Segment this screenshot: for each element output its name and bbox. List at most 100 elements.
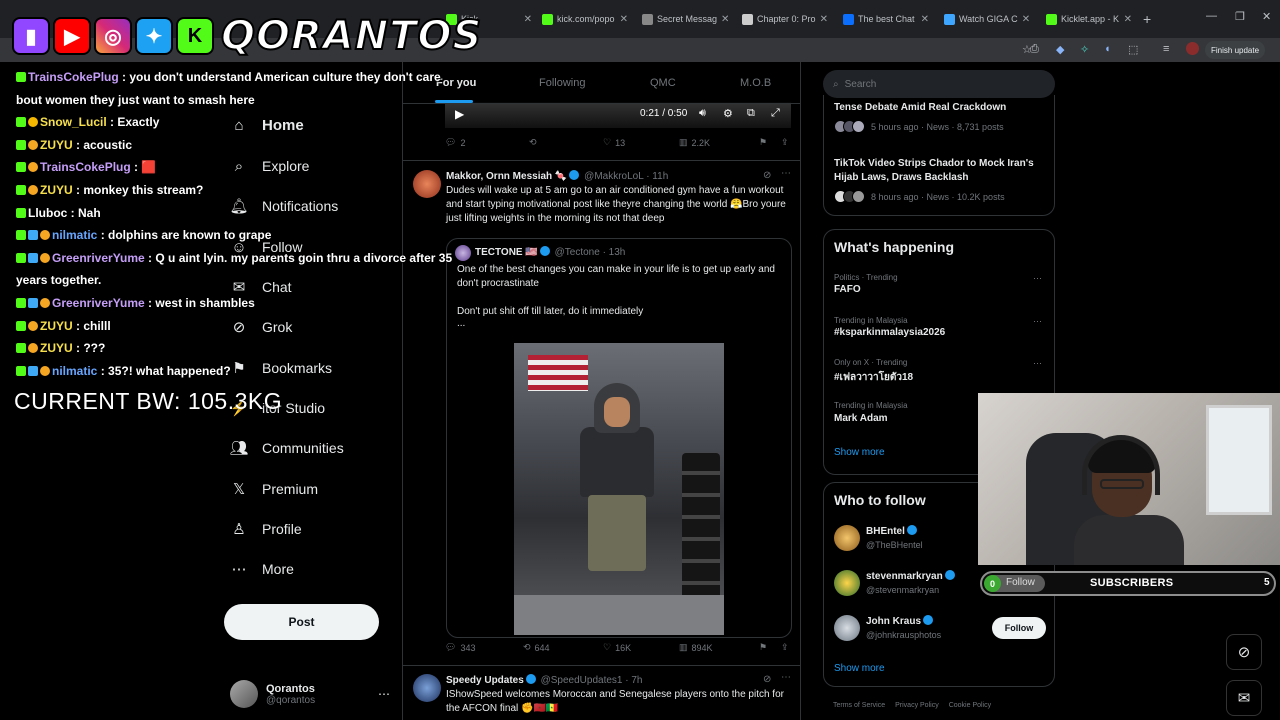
tweet-time[interactable]: · 11h (646, 171, 668, 182)
instagram-icon: ◎ (94, 17, 132, 55)
grok-icon[interactable]: ⊘ (763, 170, 771, 181)
bookmark-button[interactable]: ⚑ (759, 642, 767, 653)
media-icon[interactable]: ≡ (1163, 43, 1169, 55)
tab-following[interactable]: Following (539, 77, 585, 89)
reply-button[interactable]: 💬︎ 343 (445, 642, 475, 653)
bookmark-icon: ⚑ (759, 137, 768, 147)
follow-button[interactable]: Follow (992, 617, 1046, 639)
follow-suggestion-name[interactable]: BHEntel (866, 525, 919, 537)
follow-suggestion-name[interactable]: stevenmarkryan (866, 570, 957, 582)
news-title[interactable]: TikTok Video Strips Chador to Mock Iran'… (834, 157, 1044, 185)
avatar[interactable] (834, 570, 860, 596)
grok-icon[interactable]: ⊘ (763, 674, 771, 685)
grok-float-button[interactable]: ⊘ (1226, 634, 1262, 670)
nav-premium[interactable]: 𝕏 Premium (230, 480, 318, 498)
post-button[interactable]: Post (224, 604, 379, 640)
like-button[interactable]: ♡ 13 (603, 137, 625, 148)
close-tab-icon[interactable]: ✕ (820, 14, 828, 25)
like-button[interactable]: ♡ 16K (603, 642, 631, 653)
settings-icon[interactable]: ⚙ (723, 107, 733, 120)
repost-button[interactable]: ⟲ (529, 137, 537, 148)
kick-badge-icon (16, 297, 26, 308)
messages-float-button[interactable]: ✉ (1226, 680, 1262, 716)
browser-tab[interactable]: Watch GIGA C ✕ (944, 8, 1030, 30)
avatar[interactable] (413, 674, 441, 702)
tweet-time[interactable]: · 7h (625, 675, 642, 686)
share-button[interactable]: ⇪ (781, 642, 789, 653)
author-name[interactable]: Makkor, Ornn Messiah 🍬 (446, 171, 567, 182)
privacy-link[interactable]: Privacy Policy (895, 702, 939, 709)
trend-name[interactable]: Mark Adam (834, 413, 888, 424)
verified-icon (906, 525, 917, 535)
pants-shape (588, 495, 646, 571)
trend-name[interactable]: #ksparkinmalaysia2026 (834, 327, 945, 338)
terms-link[interactable]: Terms of Service (833, 702, 885, 709)
close-tab-icon[interactable]: ✕ (620, 14, 628, 25)
repost-button[interactable]: ⟲ 644 (523, 642, 550, 653)
subscribers-label: SUBSCRIBERS (1090, 577, 1174, 589)
browser-profile-avatar[interactable] (1186, 42, 1199, 55)
minimize-icon[interactable]: — (1206, 10, 1217, 22)
extension-icon[interactable]: ◖ (1104, 43, 1111, 55)
pip-icon[interactable]: ⧉ (747, 107, 755, 120)
browser-tab[interactable]: The best Chat ✕ (843, 8, 929, 30)
browser-tab[interactable]: Secret Messag ✕ (642, 8, 728, 30)
quote-photo[interactable] (514, 343, 724, 635)
quoted-tweet[interactable]: TECTONE 🇺🇸 @Tectone · 13h One of the bes… (446, 238, 792, 638)
cookie-link[interactable]: Cookie Policy (949, 702, 991, 709)
avatar[interactable] (834, 525, 860, 551)
new-tab-icon[interactable]: + (1143, 11, 1151, 27)
chat-username: ZUYU (40, 341, 73, 356)
close-window-icon[interactable]: ✕ (1262, 10, 1271, 23)
feed-tabs: For you Following QMC M.O.B (403, 62, 800, 104)
author-name[interactable]: Speedy Updates (446, 675, 524, 686)
close-tab-icon[interactable]: ✕ (524, 14, 532, 25)
show-more-link[interactable]: Show more (834, 663, 885, 674)
close-tab-icon[interactable]: ✕ (1124, 14, 1132, 25)
bookmark-icon: ⚑ (759, 642, 768, 652)
more-dots-icon[interactable]: ⋯ (1033, 273, 1042, 284)
news-title[interactable]: Tense Debate Amid Real Crackdown (834, 101, 1044, 115)
extensions-puzzle-icon[interactable]: ⬚ (1128, 43, 1138, 56)
share-icon: ⇪ (781, 137, 789, 147)
bookmark-button[interactable]: ⚑ (759, 137, 767, 148)
search-input[interactable]: ⌕ Search (823, 70, 1055, 98)
tab-mob[interactable]: M.O.B (740, 77, 771, 89)
trend-name[interactable]: #เฟลวาวาโยตัว18 (834, 370, 913, 385)
author-handle[interactable]: @MakkroLoL (584, 171, 643, 182)
avatar[interactable] (834, 615, 860, 641)
fullscreen-icon[interactable]: ⤢ (771, 107, 780, 120)
close-tab-icon[interactable]: ✕ (1022, 14, 1030, 25)
more-dots-icon[interactable]: ⋯ (1033, 358, 1042, 369)
close-tab-icon[interactable]: ✕ (721, 14, 728, 25)
nav-communities[interactable]: 👥︎ Communities (229, 439, 343, 457)
more-dots-icon[interactable]: ⋯ (781, 168, 791, 179)
more-dots-icon[interactable]: ⋯ (781, 672, 791, 683)
maximize-icon[interactable]: ❐ (1235, 10, 1245, 23)
verified-icon (569, 170, 580, 180)
close-tab-icon[interactable]: ✕ (921, 14, 929, 25)
views-button[interactable]: ▥ 2.2K (679, 137, 710, 148)
show-more-link[interactable]: Show more (834, 447, 885, 458)
more-dots-icon[interactable]: ⋯ (1033, 316, 1042, 327)
browser-tab[interactable]: Chapter 0: Pro ✕ (742, 8, 828, 30)
play-icon[interactable]: ▶ (455, 107, 464, 121)
account-switcher[interactable]: Qorantos @qorantos ⋯ (230, 680, 390, 708)
nav-profile[interactable]: ♙ Profile (230, 520, 301, 538)
extension-icon[interactable]: ◆ (1056, 43, 1064, 56)
browser-tab[interactable]: Kicklet.app - K ✕ (1046, 8, 1132, 30)
share-button[interactable]: ⇪ (781, 137, 789, 148)
views-button[interactable]: ▥ 894K (679, 642, 713, 653)
bookmark-star-icon[interactable]: ☆ (1022, 43, 1032, 56)
browser-tab[interactable]: kick.com/popo ✕ (542, 8, 628, 30)
tab-qmc[interactable]: QMC (650, 77, 676, 89)
follow-suggestion-name[interactable]: John Kraus (866, 615, 935, 627)
video-player[interactable]: ▶ 0:21 / 0:50 🔊︎ ⚙ ⧉ ⤢ (445, 102, 791, 128)
author-handle[interactable]: @SpeedUpdates1 (541, 675, 623, 686)
extension-icon[interactable]: ✧ (1080, 43, 1089, 56)
volume-icon[interactable]: 🔊︎ (699, 107, 706, 120)
warning-badge-icon (40, 252, 50, 263)
nav-more[interactable]: ⋯ More (230, 560, 294, 578)
finish-update-button[interactable]: Finish update (1205, 41, 1266, 59)
trend-name[interactable]: FAFO (834, 284, 861, 295)
